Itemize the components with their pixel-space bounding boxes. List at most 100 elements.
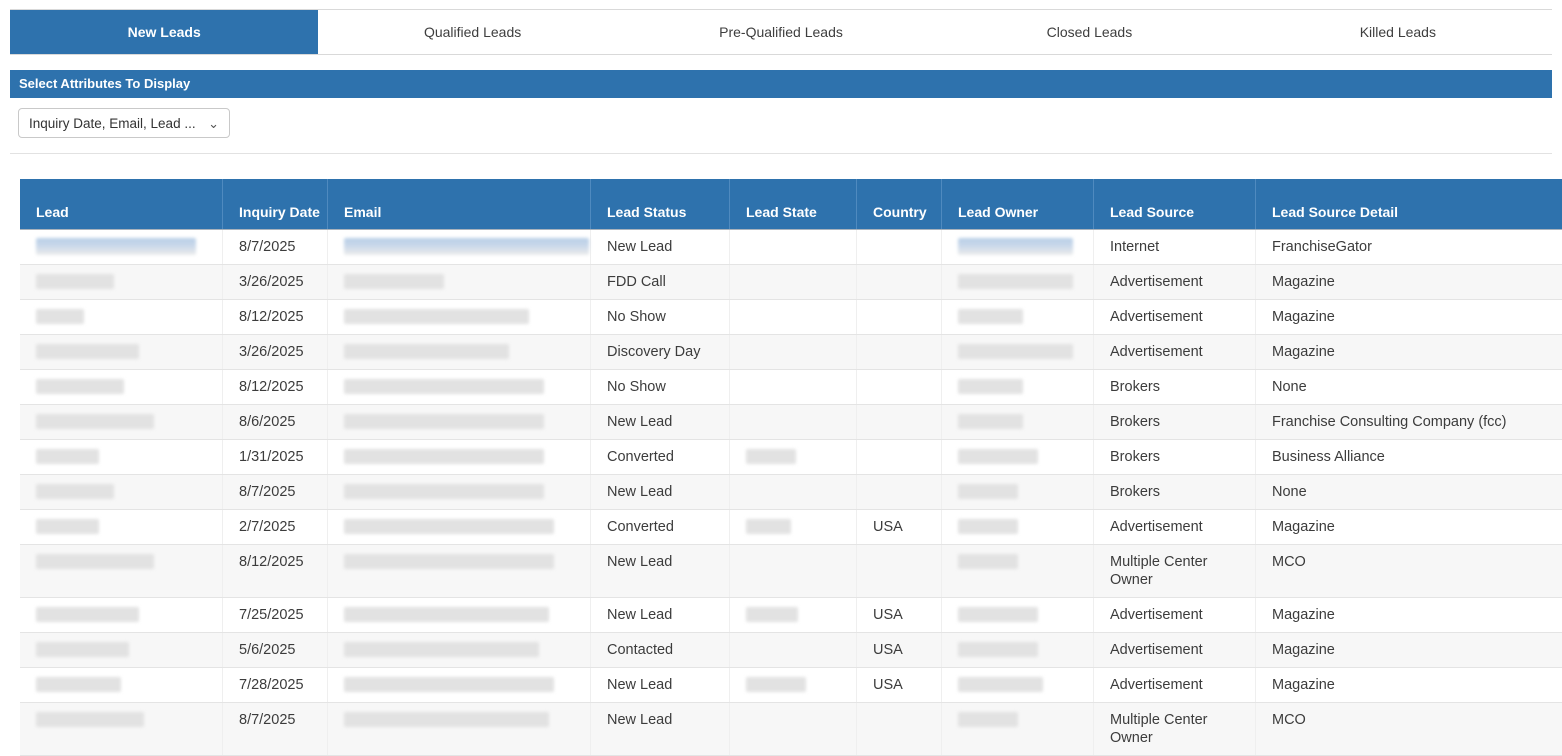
cell-inquiry-date: 8/7/2025 bbox=[222, 475, 327, 509]
redacted-lead-state bbox=[746, 677, 806, 692]
cell-lead-state bbox=[729, 510, 856, 544]
redacted-lead-owner bbox=[958, 484, 1018, 499]
cell-email bbox=[327, 633, 590, 667]
table-body: 8/7/2025 New Lead Internet FranchiseGator 3/… bbox=[20, 230, 1562, 756]
redacted-lead-name[interactable] bbox=[36, 238, 196, 255]
cell-lead-owner bbox=[941, 598, 1093, 632]
tab-pre-qualified-leads[interactable]: Pre-Qualified Leads bbox=[627, 10, 935, 54]
cell-lead-name bbox=[20, 335, 222, 369]
redacted-email bbox=[344, 554, 554, 569]
cell-lead-owner bbox=[941, 230, 1093, 264]
tab-label: Qualified Leads bbox=[423, 24, 522, 40]
cell-lead-state bbox=[729, 370, 856, 404]
table-row: 8/6/2025 New Lead Brokers Franchise Consult… bbox=[20, 405, 1562, 440]
tab-label: Closed Leads bbox=[1046, 24, 1133, 40]
cell-lead-name bbox=[20, 370, 222, 404]
redacted-lead-owner bbox=[958, 379, 1023, 394]
cell-country bbox=[856, 230, 941, 264]
cell-lead-status: New Lead bbox=[590, 598, 729, 632]
cell-lead-owner bbox=[941, 300, 1093, 334]
redacted-email bbox=[344, 274, 444, 289]
redacted-lead-owner bbox=[958, 274, 1073, 289]
table-row: 8/7/2025 New Lead Internet FranchiseGator bbox=[20, 230, 1562, 265]
redacted-email bbox=[344, 607, 549, 622]
cell-email bbox=[327, 668, 590, 702]
cell-country bbox=[856, 440, 941, 474]
redacted-lead-owner bbox=[958, 309, 1023, 324]
cell-lead-name bbox=[20, 703, 222, 755]
cell-country bbox=[856, 475, 941, 509]
cell-lead-owner bbox=[941, 440, 1093, 474]
cell-lead-source-detail: Magazine bbox=[1255, 300, 1562, 334]
cell-lead-state bbox=[729, 703, 856, 755]
cell-lead-owner bbox=[941, 335, 1093, 369]
cell-lead-status: Discovery Day bbox=[590, 335, 729, 369]
header-cell-lead-status: Lead Status bbox=[590, 179, 729, 229]
cell-lead-source: Advertisement bbox=[1093, 300, 1255, 334]
cell-lead-source: Advertisement bbox=[1093, 633, 1255, 667]
cell-country bbox=[856, 335, 941, 369]
lead-stage-tab-bar: New Leads Qualified Leads Pre-Qualified … bbox=[10, 9, 1552, 55]
cell-lead-source: Advertisement bbox=[1093, 510, 1255, 544]
cell-email bbox=[327, 475, 590, 509]
table-row: 8/12/2025 New Lead Multiple Center Owner MC… bbox=[20, 545, 1562, 598]
cell-lead-name bbox=[20, 668, 222, 702]
table-row: 1/31/2025 Converted Brokers Business Allian… bbox=[20, 440, 1562, 475]
redacted-lead-name bbox=[36, 677, 121, 692]
cell-email bbox=[327, 300, 590, 334]
header-cell-lead-state: Lead State bbox=[729, 179, 856, 229]
cell-lead-source-detail: Magazine bbox=[1255, 510, 1562, 544]
cell-lead-status: Converted bbox=[590, 440, 729, 474]
redacted-email bbox=[344, 379, 544, 394]
cell-inquiry-date: 3/26/2025 bbox=[222, 335, 327, 369]
cell-lead-owner bbox=[941, 668, 1093, 702]
redacted-email bbox=[344, 309, 529, 324]
tab-killed-leads[interactable]: Killed Leads bbox=[1244, 10, 1552, 54]
cell-lead-owner bbox=[941, 475, 1093, 509]
attributes-panel-body: Inquiry Date, Email, Lead ... ⌄ bbox=[10, 98, 1552, 153]
cell-country: USA bbox=[856, 668, 941, 702]
cell-lead-status: No Show bbox=[590, 300, 729, 334]
chevron-down-icon: ⌄ bbox=[208, 115, 219, 131]
redacted-lead-name bbox=[36, 449, 99, 464]
cell-lead-name bbox=[20, 545, 222, 597]
cell-inquiry-date: 2/7/2025 bbox=[222, 510, 327, 544]
redacted-email bbox=[344, 642, 539, 657]
cell-lead-owner bbox=[941, 545, 1093, 597]
table-row: 7/28/2025 New Lead USA Advertisement Magazin… bbox=[20, 668, 1562, 703]
leads-table: Lead Inquiry Date Email Lead Status Lead… bbox=[20, 179, 1562, 756]
cell-inquiry-date: 7/28/2025 bbox=[222, 668, 327, 702]
cell-inquiry-date: 8/7/2025 bbox=[222, 703, 327, 755]
cell-lead-name bbox=[20, 230, 222, 264]
cell-email bbox=[327, 598, 590, 632]
table-row: 2/7/2025 Converted USA Advertisement Magazin… bbox=[20, 510, 1562, 545]
cell-inquiry-date: 7/25/2025 bbox=[222, 598, 327, 632]
tab-new-leads[interactable]: New Leads bbox=[10, 10, 319, 54]
cell-lead-source-detail: MCO bbox=[1255, 545, 1562, 597]
cell-lead-source: Advertisement bbox=[1093, 598, 1255, 632]
cell-lead-source: Advertisement bbox=[1093, 668, 1255, 702]
cell-lead-source: Brokers bbox=[1093, 475, 1255, 509]
redacted-lead-name bbox=[36, 309, 84, 324]
table-row: 8/12/2025 No Show Advertisement Magazine bbox=[20, 300, 1562, 335]
redacted-lead-owner bbox=[958, 449, 1038, 464]
tab-label: Pre-Qualified Leads bbox=[719, 24, 843, 40]
header-cell-inquiry-date: Inquiry Date bbox=[222, 179, 327, 229]
header-cell-email: Email bbox=[327, 179, 590, 229]
tab-qualified-leads[interactable]: Qualified Leads bbox=[318, 10, 626, 54]
cell-lead-name bbox=[20, 510, 222, 544]
cell-email bbox=[327, 703, 590, 755]
redacted-lead-owner bbox=[958, 238, 1073, 255]
cell-lead-source-detail: Magazine bbox=[1255, 668, 1562, 702]
redacted-lead-owner bbox=[958, 642, 1038, 657]
redacted-lead-owner bbox=[958, 607, 1038, 622]
tab-closed-leads[interactable]: Closed Leads bbox=[935, 10, 1243, 54]
redacted-lead-name bbox=[36, 712, 144, 727]
cell-lead-name bbox=[20, 405, 222, 439]
cell-country: USA bbox=[856, 598, 941, 632]
redacted-lead-name bbox=[36, 274, 114, 289]
cell-lead-status: FDD Call bbox=[590, 265, 729, 299]
attributes-dropdown-value: Inquiry Date, Email, Lead ... bbox=[29, 115, 196, 131]
attributes-dropdown[interactable]: Inquiry Date, Email, Lead ... ⌄ bbox=[18, 108, 230, 138]
cell-inquiry-date: 8/6/2025 bbox=[222, 405, 327, 439]
